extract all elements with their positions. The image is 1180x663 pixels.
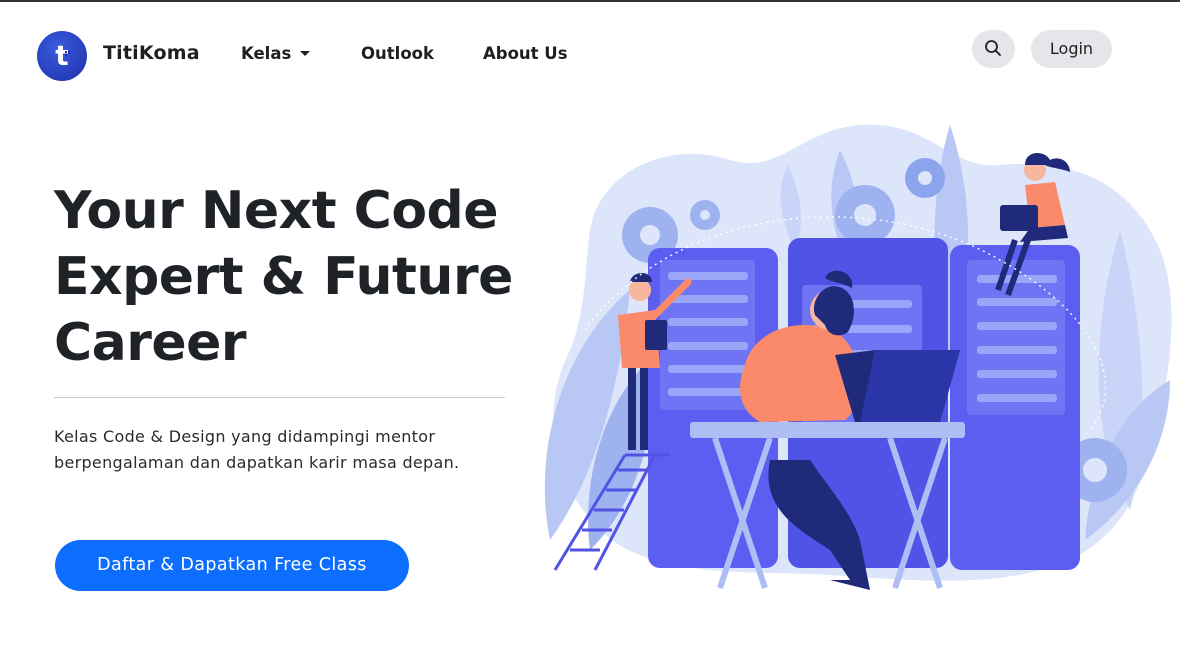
gear-icon xyxy=(835,185,895,245)
gear-icon xyxy=(905,158,945,198)
search-icon xyxy=(985,40,1001,56)
logo-mark-icon: t xyxy=(55,39,70,72)
nav-kelas-dropdown[interactable]: Kelas xyxy=(241,44,311,63)
nav-kelas-label: Kelas xyxy=(241,44,292,63)
hero-divider xyxy=(54,397,505,398)
navbar: t TitiKoma Kelas Outlook About Us Login xyxy=(0,2,1180,106)
nav-outlook-link[interactable]: Outlook xyxy=(361,44,434,63)
register-free-class-button[interactable]: Daftar & Dapatkan Free Class xyxy=(55,540,409,591)
hero-title: Your Next Code Expert & Future Career xyxy=(54,178,534,376)
hero-title-line: Career xyxy=(54,313,247,373)
search-button[interactable] xyxy=(972,30,1015,68)
brand-name[interactable]: TitiKoma xyxy=(103,42,200,64)
logo[interactable]: t xyxy=(37,31,87,81)
hero-title-line: Expert & Future xyxy=(54,247,513,307)
login-button[interactable]: Login xyxy=(1031,30,1112,68)
hero-title-line: Your Next Code xyxy=(54,181,499,241)
gear-icon xyxy=(690,200,720,230)
server-rack-right xyxy=(950,245,1080,570)
nav-about-link[interactable]: About Us xyxy=(483,44,568,63)
hero-illustration xyxy=(544,124,1172,590)
caret-down-icon xyxy=(300,51,311,56)
hero-subtitle: Kelas Code & Design yang didampingi ment… xyxy=(54,427,460,472)
